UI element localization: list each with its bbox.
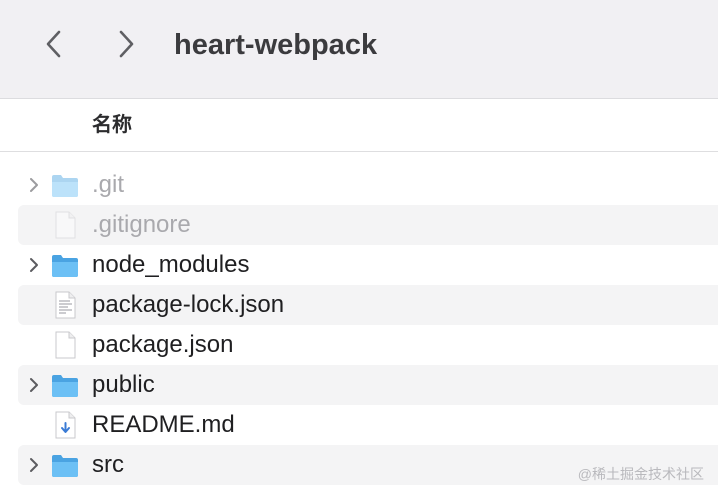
text-document-icon bbox=[50, 290, 80, 320]
toolbar: heart-webpack bbox=[0, 0, 718, 99]
file-row[interactable]: package-lock.json bbox=[18, 285, 718, 325]
file-name: node_modules bbox=[92, 251, 250, 278]
folder-icon bbox=[50, 370, 80, 400]
file-row[interactable]: package.json bbox=[18, 325, 718, 365]
file-row[interactable]: node_modules bbox=[18, 245, 718, 285]
folder-icon bbox=[50, 250, 80, 280]
file-name: README.md bbox=[92, 411, 235, 438]
chevron-left-icon bbox=[46, 30, 61, 58]
file-name: src bbox=[92, 451, 124, 478]
file-row[interactable]: .gitignore bbox=[18, 205, 718, 245]
folder-icon bbox=[50, 450, 80, 480]
file-row[interactable]: .git bbox=[18, 165, 718, 205]
watermark: @稀土掘金技术社区 bbox=[577, 466, 704, 482]
file-row[interactable]: public bbox=[18, 365, 718, 405]
file-name: .gitignore bbox=[92, 211, 191, 238]
file-row[interactable]: README.md bbox=[18, 405, 718, 445]
file-name: package-lock.json bbox=[92, 291, 285, 318]
markdown-file-icon bbox=[50, 410, 80, 440]
chevron-right-icon bbox=[119, 30, 134, 58]
disclosure-chevron-icon[interactable] bbox=[28, 456, 40, 474]
file-icon bbox=[50, 210, 80, 240]
back-button[interactable] bbox=[36, 24, 72, 64]
name-column-header[interactable]: 名称 bbox=[92, 112, 132, 138]
file-name: public bbox=[92, 371, 155, 398]
file-name: package.json bbox=[92, 331, 234, 358]
window-title: heart-webpack bbox=[174, 29, 378, 61]
folder-icon bbox=[50, 170, 80, 200]
file-icon bbox=[50, 330, 80, 360]
column-header: 名称 bbox=[0, 99, 718, 152]
disclosure-chevron-icon[interactable] bbox=[28, 176, 40, 194]
forward-button[interactable] bbox=[108, 24, 144, 64]
disclosure-chevron-icon[interactable] bbox=[28, 376, 40, 394]
disclosure-chevron-icon[interactable] bbox=[28, 256, 40, 274]
file-name: .git bbox=[92, 171, 125, 198]
